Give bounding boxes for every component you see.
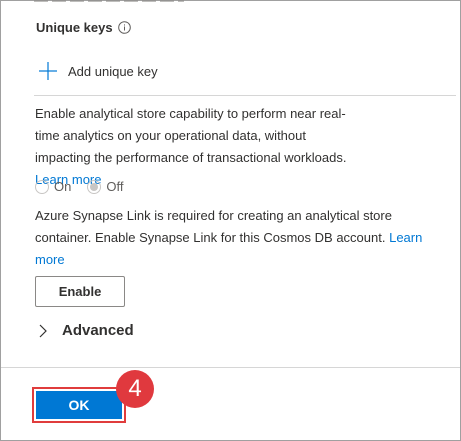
add-unique-key-button[interactable]: Add unique key [38, 61, 158, 81]
synapse-link-notice: Azure Synapse Link is required for creat… [35, 205, 435, 271]
analytical-store-radio-group: On Off [35, 179, 139, 194]
section-divider [34, 95, 456, 96]
radio-on[interactable]: On [35, 179, 71, 194]
radio-on-circle[interactable] [35, 179, 49, 194]
analytical-store-description: Enable analytical store capability to pe… [35, 103, 365, 191]
radio-off-circle[interactable] [87, 179, 102, 194]
clipped-text-above [34, 0, 194, 4]
footer-divider [1, 367, 460, 368]
chevron-right-icon [36, 324, 50, 338]
add-unique-key-label: Add unique key [68, 63, 158, 79]
unique-keys-heading: Unique keys [36, 20, 131, 35]
advanced-expander[interactable]: Advanced [36, 322, 134, 339]
plus-icon [38, 61, 58, 81]
advanced-label: Advanced [62, 322, 134, 339]
radio-off-label: Off [106, 179, 124, 194]
enable-button[interactable]: Enable [35, 276, 125, 307]
ok-button[interactable]: OK [36, 391, 122, 419]
radio-on-label: On [54, 179, 72, 194]
step-number-badge: 4 [116, 370, 154, 408]
radio-off[interactable]: Off [87, 179, 123, 194]
info-icon[interactable] [117, 21, 131, 34]
analytical-store-text: Enable analytical store capability to pe… [35, 106, 347, 165]
unique-keys-title: Unique keys [36, 20, 113, 35]
synapse-link-text: Azure Synapse Link is required for creat… [35, 208, 392, 245]
